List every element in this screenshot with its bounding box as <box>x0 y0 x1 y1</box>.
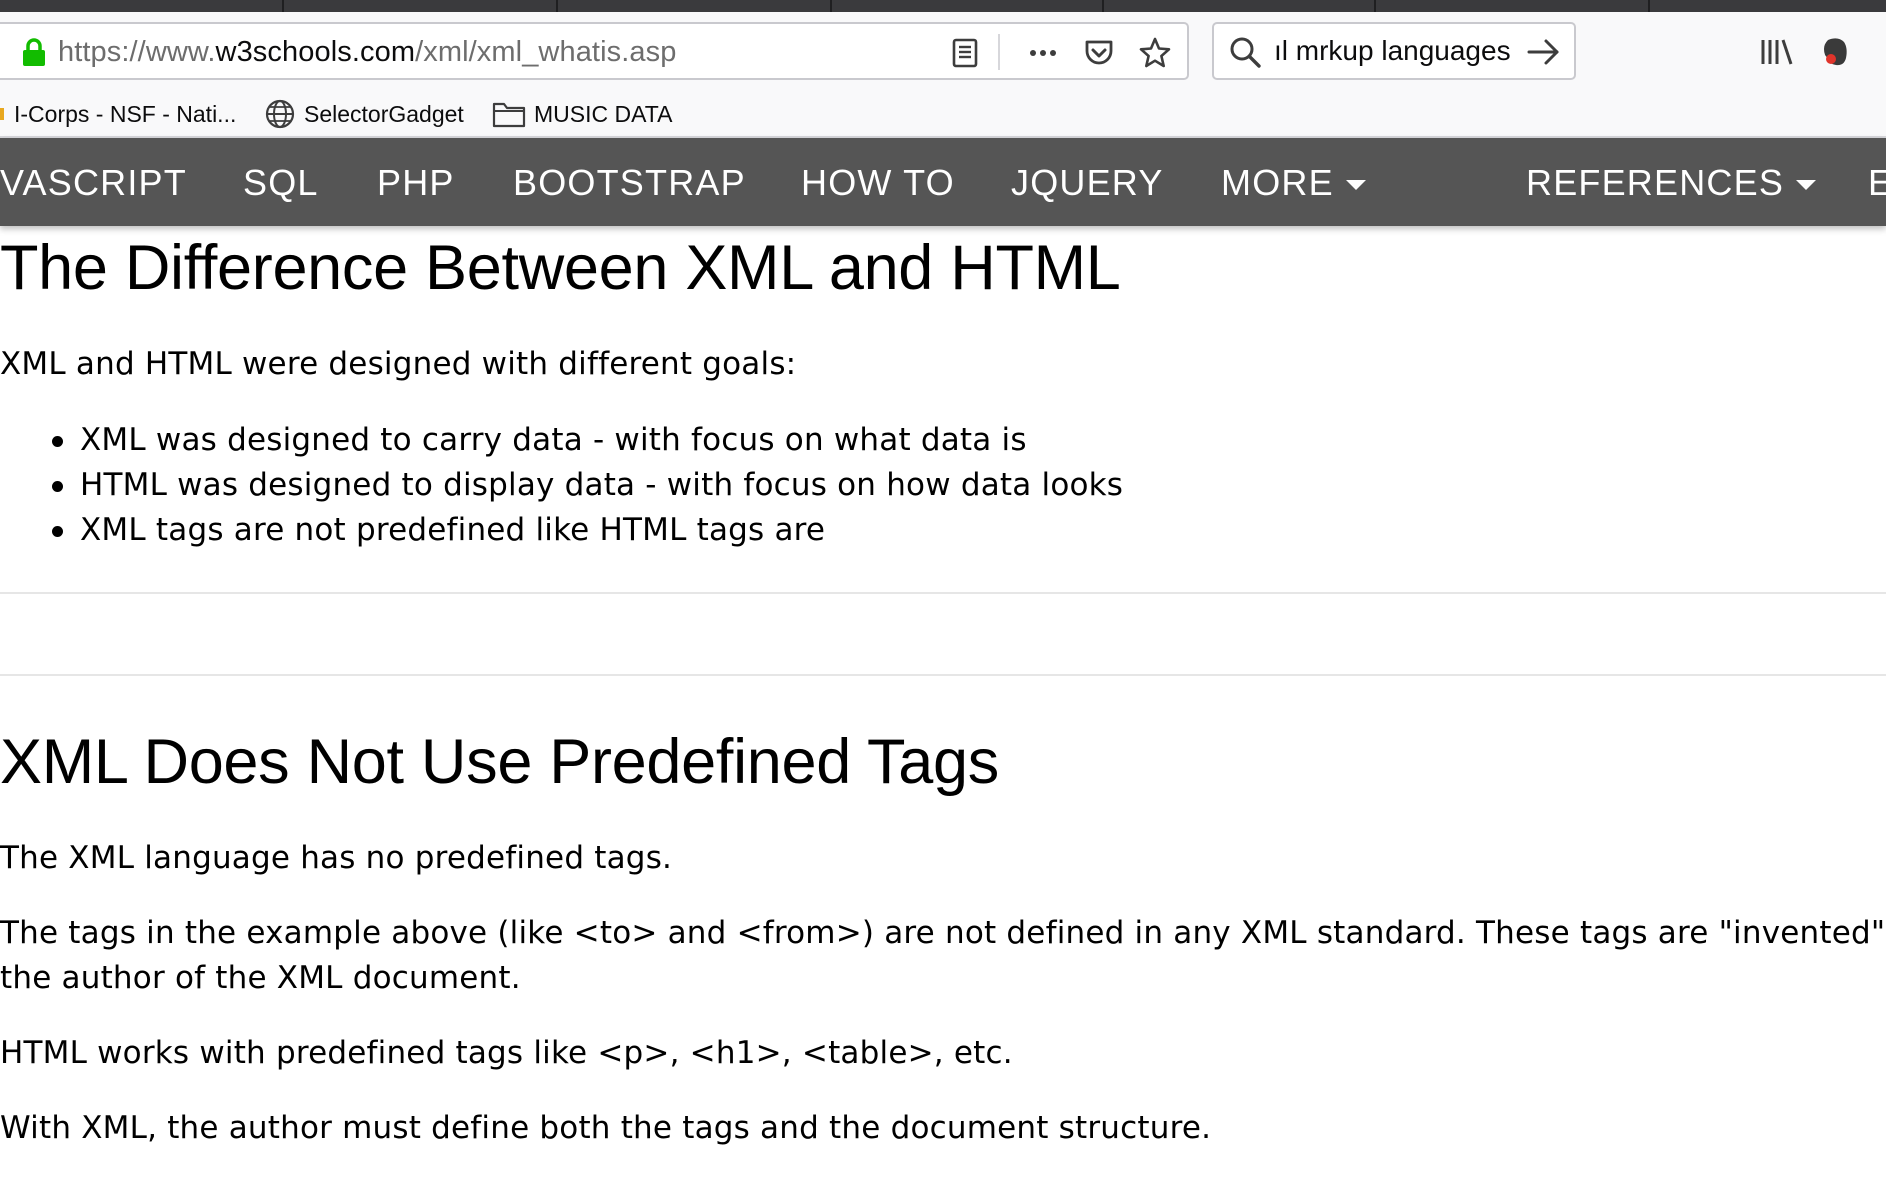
heading-difference: The Difference Between XML and HTML <box>0 233 1121 303</box>
url-path: /xml/xml_whatis.asp <box>415 36 677 68</box>
list-item-text: HTML was designed to display data - with… <box>80 467 1124 503</box>
divider <box>0 674 1886 676</box>
bookmarks-toolbar: I-Corps - NSF - Nati... SelectorGadget M… <box>0 92 1886 136</box>
tab-strip <box>0 0 1886 12</box>
bullet-dot <box>52 436 63 447</box>
tab-separator <box>830 0 832 12</box>
paragraph-invented-tags-line2: the author of the XML document. <box>0 960 521 996</box>
nav-php[interactable]: PHP <box>377 162 455 204</box>
paragraph-author-defines: With XML, the author must define both th… <box>0 1110 1212 1146</box>
intro-paragraph: XML and HTML were designed with differen… <box>0 346 797 382</box>
divider <box>0 592 1886 594</box>
nav-bootstrap[interactable]: BOOTSTRAP <box>513 162 746 204</box>
bookmark-star-icon[interactable] <box>1138 36 1172 70</box>
bookmark-label: I-Corps - NSF - Nati... <box>14 100 237 127</box>
folder-icon <box>492 102 526 128</box>
bookmark-icorps[interactable]: I-Corps - NSF - Nati... <box>0 96 236 132</box>
tab-separator <box>1374 0 1376 12</box>
tab-separator <box>282 0 284 12</box>
search-query[interactable]: ıl mrkup languages <box>1274 35 1511 67</box>
evernote-icon[interactable] <box>1818 34 1854 70</box>
lock-icon <box>23 38 45 66</box>
nav-more-label: MORE <box>1221 162 1334 203</box>
list-item-text: XML was designed to carry data - with fo… <box>80 422 1027 458</box>
nav-references-label: REFERENCES <box>1526 162 1785 203</box>
url-prefix: https://www. <box>58 36 216 68</box>
library-icon[interactable] <box>1758 34 1794 70</box>
caret-down-icon <box>1796 180 1817 191</box>
bookmark-favicon <box>0 108 4 120</box>
paragraph-invented-tags-line1: The tags in the example above (like <to>… <box>0 915 1886 951</box>
bullet-dot <box>52 526 63 537</box>
nav-javascript[interactable]: VASCRIPT <box>0 162 187 204</box>
list-item-text: XML tags are not predefined like HTML ta… <box>80 512 826 548</box>
heading-predefined-tags: XML Does Not Use Predefined Tags <box>0 727 999 797</box>
paragraph-html-predefined: HTML works with predefined tags like <p>… <box>0 1035 1013 1071</box>
caret-down-icon <box>1345 180 1366 191</box>
globe-icon <box>265 99 295 129</box>
bookmark-folder-music-data[interactable]: MUSIC DATA <box>492 96 672 132</box>
search-icon <box>1230 37 1261 68</box>
url-bar[interactable]: https://www.w3schools.com/xml/xml_whatis… <box>0 22 1189 80</box>
bookmark-label: MUSIC DATA <box>534 100 673 127</box>
tab-separator <box>556 0 558 12</box>
tab-separator <box>1648 0 1650 12</box>
pocket-icon[interactable] <box>1082 36 1116 70</box>
page-actions-icon[interactable] <box>1026 36 1060 70</box>
nav-truncated-item[interactable]: E <box>1868 162 1886 204</box>
url-host: w3schools.com <box>215 36 416 68</box>
reader-view-icon[interactable] <box>948 36 982 70</box>
search-bar[interactable]: ıl mrkup languages <box>1212 22 1576 80</box>
bullet-dot <box>52 481 63 492</box>
list-item: HTML was designed to display data - with… <box>0 463 1123 508</box>
nav-sql[interactable]: SQL <box>243 162 319 204</box>
goals-list: XML was designed to carry data - with fo… <box>0 418 1123 553</box>
bookmark-selectorgadget[interactable]: SelectorGadget <box>264 96 464 132</box>
nav-how-to[interactable]: HOW TO <box>801 162 955 204</box>
list-item: XML tags are not predefined like HTML ta… <box>0 508 1123 553</box>
bookmark-label: SelectorGadget <box>304 100 464 127</box>
nav-more[interactable]: MORE <box>1221 162 1366 204</box>
url-text[interactable]: https://www.w3schools.com/xml/xml_whatis… <box>58 36 676 69</box>
site-navbar: VASCRIPT SQL PHP BOOTSTRAP HOW TO JQUERY… <box>0 138 1886 226</box>
urlbar-divider <box>998 34 1000 70</box>
nav-references[interactable]: REFERENCES <box>1526 162 1817 204</box>
arrow-right-icon[interactable] <box>1526 35 1562 69</box>
paragraph-no-predefined: The XML language has no predefined tags. <box>0 840 673 876</box>
list-item: XML was designed to carry data - with fo… <box>0 418 1123 463</box>
nav-jquery[interactable]: JQUERY <box>1011 162 1164 204</box>
tab-separator <box>1102 0 1104 12</box>
